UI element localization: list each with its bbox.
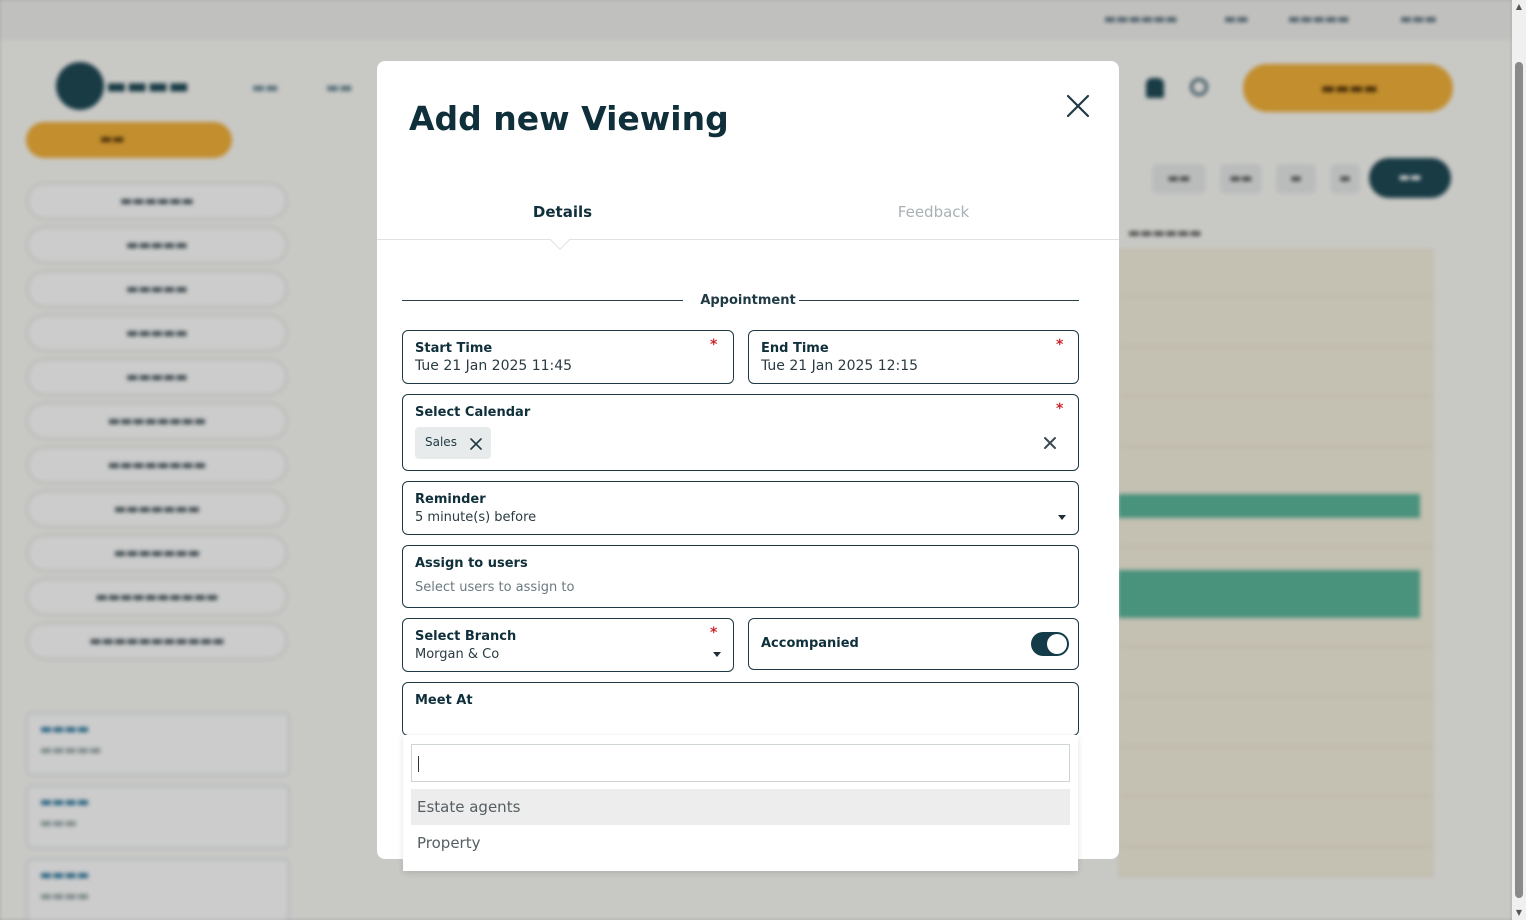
tab-details[interactable]: Details bbox=[377, 203, 748, 221]
meet-at-dropdown: Estate agents Property bbox=[403, 735, 1078, 871]
text-cursor bbox=[418, 756, 419, 772]
accompanied-label: Accompanied bbox=[761, 636, 859, 651]
required-mark: * bbox=[1056, 337, 1064, 353]
assign-users-label: Assign to users bbox=[415, 556, 528, 571]
scroll-down-icon[interactable]: ▼ bbox=[1512, 906, 1526, 920]
end-time-value: Tue 21 Jan 2025 12:15 bbox=[761, 358, 919, 374]
reminder-select[interactable]: Reminder 5 minute(s) before bbox=[402, 481, 1079, 535]
section-title: Appointment bbox=[700, 293, 796, 308]
accompanied-toggle[interactable] bbox=[1031, 632, 1069, 656]
dropdown-option-property[interactable]: Property bbox=[411, 825, 1070, 861]
start-time-label: Start Time bbox=[415, 341, 493, 356]
select-branch-value: Morgan & Co bbox=[415, 647, 500, 662]
select-calendar-label: Select Calendar bbox=[415, 405, 531, 420]
caret-down-icon bbox=[713, 652, 721, 657]
calendar-chip-sales: Sales bbox=[415, 427, 491, 459]
reminder-label: Reminder bbox=[415, 492, 486, 507]
assign-users-field[interactable]: Assign to users Select users to assign t… bbox=[402, 545, 1079, 608]
accompanied-field: Accompanied bbox=[748, 618, 1079, 670]
tab-feedback[interactable]: Feedback bbox=[748, 203, 1119, 221]
assign-users-placeholder: Select users to assign to bbox=[415, 580, 575, 595]
dropdown-option-estate-agents[interactable]: Estate agents bbox=[411, 789, 1070, 825]
end-time-field[interactable]: End Time * Tue 21 Jan 2025 12:15 bbox=[748, 330, 1079, 384]
active-tab-indicator bbox=[550, 230, 570, 250]
clear-icon[interactable] bbox=[1043, 435, 1057, 449]
toggle-knob bbox=[1047, 634, 1067, 654]
select-calendar-field[interactable]: Select Calendar * Sales bbox=[402, 394, 1079, 471]
end-time-label: End Time bbox=[761, 341, 829, 356]
close-icon[interactable] bbox=[1063, 91, 1093, 121]
required-mark: * bbox=[710, 337, 718, 353]
chip-label: Sales bbox=[425, 435, 457, 449]
start-time-field[interactable]: Start Time * Tue 21 Jan 2025 11:45 bbox=[402, 330, 734, 384]
caret-down-icon bbox=[1058, 515, 1066, 520]
select-branch-label: Select Branch bbox=[415, 629, 517, 644]
meet-at-field[interactable]: Meet At bbox=[402, 682, 1079, 736]
required-mark: * bbox=[1056, 401, 1064, 417]
x-icon[interactable] bbox=[469, 436, 483, 450]
tab-divider bbox=[377, 239, 1119, 240]
reminder-value: 5 minute(s) before bbox=[415, 510, 537, 525]
start-time-value: Tue 21 Jan 2025 11:45 bbox=[415, 358, 573, 374]
dropdown-search-input[interactable] bbox=[411, 744, 1070, 782]
select-branch-field[interactable]: Select Branch * Morgan & Co bbox=[402, 618, 734, 672]
scroll-up-icon[interactable]: ▲ bbox=[1512, 0, 1526, 14]
page-scrollbar-thumb[interactable] bbox=[1515, 62, 1523, 898]
meet-at-label: Meet At bbox=[415, 693, 473, 708]
required-mark: * bbox=[710, 625, 718, 641]
modal-title: Add new Viewing bbox=[409, 99, 729, 138]
